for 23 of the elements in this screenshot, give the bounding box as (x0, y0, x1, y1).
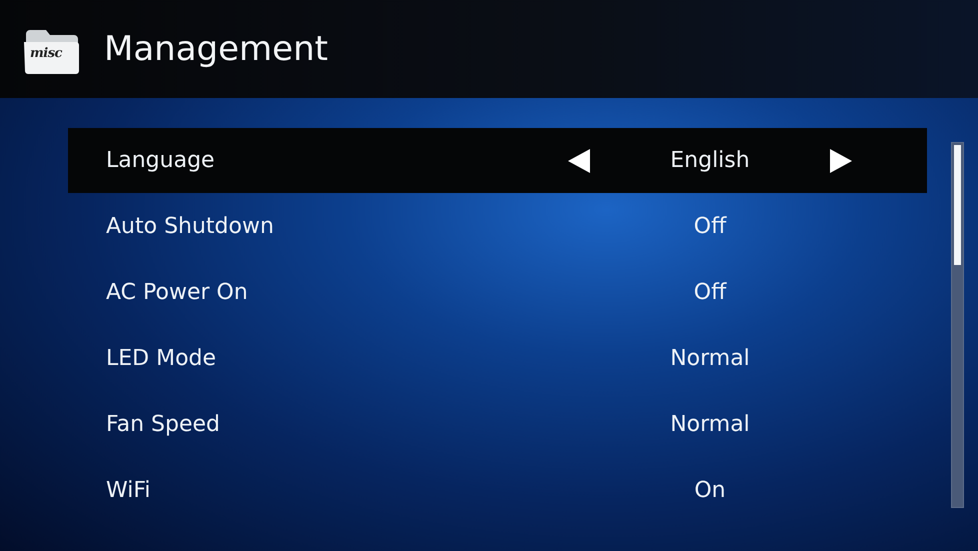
setting-row[interactable]: LED Mode Normal (68, 326, 928, 391)
setting-row[interactable]: AC Power On Off (68, 260, 928, 325)
setting-label: Fan Speed (106, 412, 222, 437)
right-arrow-icon[interactable] (830, 148, 852, 172)
setting-value: Normal (670, 346, 750, 371)
setting-row[interactable]: Language English (68, 128, 928, 193)
setting-row[interactable]: WiFi On (68, 458, 928, 523)
setting-label: Language (106, 148, 216, 173)
left-arrow-icon[interactable] (568, 148, 590, 172)
page-title: Management (104, 29, 328, 69)
setting-row[interactable]: Auto Shutdown Off (68, 194, 928, 259)
setting-label: WiFi (106, 478, 152, 503)
setting-value: On (694, 478, 726, 503)
setting-label: Auto Shutdown (106, 214, 275, 239)
setting-label: LED Mode (106, 346, 218, 371)
setting-value: Off (694, 214, 726, 239)
scrollbar-thumb[interactable] (954, 145, 961, 265)
setting-row[interactable]: Fan Speed Normal (68, 392, 928, 457)
setting-value: Off (694, 280, 726, 305)
setting-label: AC Power On (106, 280, 249, 305)
setting-value: Normal (670, 412, 750, 437)
setting-value: English (670, 148, 750, 173)
scrollbar[interactable] (951, 142, 964, 508)
